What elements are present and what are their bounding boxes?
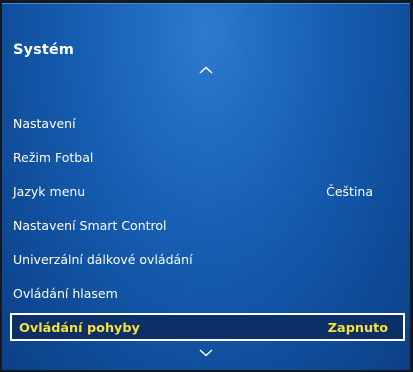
- menu-item-value: Čeština: [326, 184, 373, 199]
- menu-item-jazyk-menu[interactable]: Jazyk menu Čeština: [13, 182, 399, 202]
- chevron-down-icon[interactable]: [199, 349, 213, 357]
- menu-item-ovladani-pohyby[interactable]: Ovládání pohyby Zapnuto: [10, 313, 405, 341]
- menu-item-univerzalni-dalkove-ovladani[interactable]: Univerzální dálkové ovládání: [13, 250, 399, 270]
- menu-item-label: Ovládání pohyby: [19, 321, 140, 336]
- menu-item-label: Nastavení Smart Control: [13, 218, 167, 233]
- menu-title: Systém: [13, 42, 75, 58]
- chevron-up-icon[interactable]: [199, 66, 213, 74]
- menu-item-label: Univerzální dálkové ovládání: [13, 252, 193, 267]
- menu-item-value: Zapnuto: [327, 321, 388, 336]
- menu-item-nastaveni-smart-control[interactable]: Nastavení Smart Control: [13, 216, 399, 236]
- tv-screen: Systém Nastavení Režim Fotbal Jazyk menu…: [0, 0, 413, 372]
- menu-item-label: Ovládání hlasem: [13, 286, 118, 301]
- menu-item-rezim-fotbal[interactable]: Režim Fotbal: [13, 148, 399, 168]
- menu-item-nastaveni[interactable]: Nastavení: [13, 114, 399, 134]
- menu-item-ovladani-hlasem[interactable]: Ovládání hlasem: [13, 284, 399, 304]
- menu-item-label: Režim Fotbal: [13, 150, 94, 165]
- menu-item-label: Jazyk menu: [13, 184, 86, 199]
- system-menu-panel: Systém Nastavení Režim Fotbal Jazyk menu…: [2, 3, 410, 370]
- menu-item-label: Nastavení: [13, 116, 76, 131]
